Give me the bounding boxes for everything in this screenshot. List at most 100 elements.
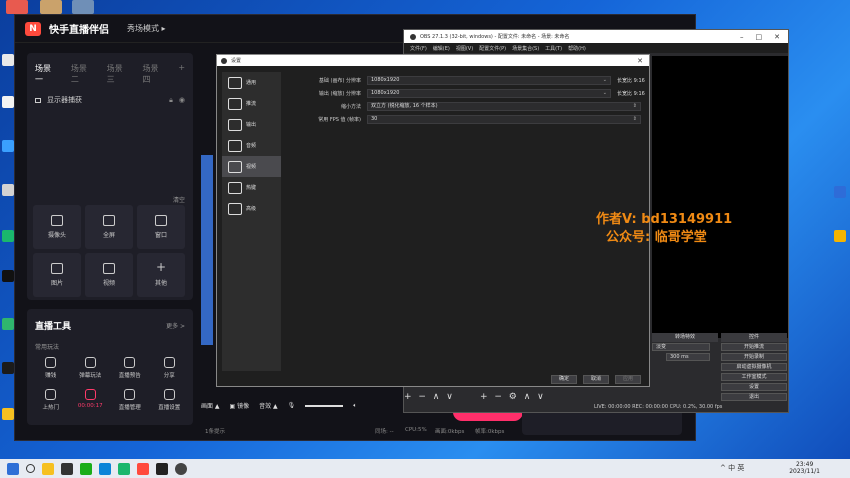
source-type-monitor[interactable]: 全屏 xyxy=(85,205,133,249)
audio-menu[interactable]: 音效 ▲ xyxy=(259,401,278,410)
maximize-icon[interactable]: □ xyxy=(756,33,763,41)
spinner-icon[interactable]: ⇕ xyxy=(633,103,637,110)
eye-icon[interactable]: ◉ xyxy=(179,96,185,104)
duration-field[interactable]: 300 ms xyxy=(666,353,710,361)
clock[interactable]: 23:49 2023/11/1 xyxy=(789,461,820,475)
desktop-icon[interactable] xyxy=(834,186,846,198)
settings-row-input[interactable]: 双立方 (锐化缩放, 16 个样本) ⇕ xyxy=(367,102,641,111)
tool-item[interactable]: 分享 xyxy=(150,357,190,379)
tool-item[interactable]: 弹幕玩法 xyxy=(71,357,111,379)
taskbar-thumbnail[interactable] xyxy=(6,0,28,14)
source-item[interactable]: 显示器捕获 🔒︎ ◉ xyxy=(27,89,193,111)
settings-nav-item[interactable]: 输出 xyxy=(222,114,281,135)
scene-tab[interactable]: 场景四 xyxy=(142,63,166,85)
source-type-plus[interactable]: + 其他 xyxy=(137,253,185,297)
settings-nav-item[interactable]: 音频 xyxy=(222,135,281,156)
settings-nav-item[interactable]: 热键 xyxy=(222,177,281,198)
settings-nav-item[interactable]: 通用 xyxy=(222,72,281,93)
close-icon[interactable]: ✕ xyxy=(774,33,780,41)
cancel-button[interactable]: 取消 xyxy=(583,375,609,384)
obs-control-button[interactable]: 启动虚拟摄像机 xyxy=(721,363,787,371)
file-explorer-icon[interactable] xyxy=(42,462,54,475)
app-icon[interactable] xyxy=(118,462,130,475)
edge-icon[interactable] xyxy=(99,462,111,475)
taskbar-thumbnail[interactable] xyxy=(72,0,94,14)
settings-row-input[interactable]: 1080x1920 ⌄ xyxy=(367,76,611,85)
settings-row-input[interactable]: 30 ⇕ xyxy=(367,115,641,124)
desktop-icon[interactable] xyxy=(2,184,14,196)
obs-menu-item[interactable]: 文件(F) xyxy=(410,45,427,52)
desktop-icon[interactable] xyxy=(2,140,14,152)
live-timer-tool[interactable]: 00:00:17 xyxy=(71,389,111,411)
scene-tab[interactable]: 场景三 xyxy=(107,63,131,85)
mode-selector[interactable]: 秀场模式 ▸ xyxy=(127,23,166,34)
desktop-icon[interactable] xyxy=(2,408,14,420)
capcut-icon[interactable] xyxy=(156,462,168,475)
lock-icon[interactable]: 🔒︎ xyxy=(169,96,173,105)
desktop-icon[interactable] xyxy=(834,230,846,242)
tool-item[interactable]: 直播设置 xyxy=(150,389,190,411)
obs-control-button[interactable]: 工作室模式 xyxy=(721,373,787,381)
obs-control-button[interactable]: 开始推流 xyxy=(721,343,787,351)
scene-tab[interactable]: 场景一 xyxy=(35,63,59,85)
source-type-image[interactable]: 图片 xyxy=(33,253,81,297)
obs-menu-item[interactable]: 帮助(H) xyxy=(568,45,586,52)
obs-menu-item[interactable]: 视图(V) xyxy=(456,45,473,52)
desktop-icon[interactable] xyxy=(2,230,14,242)
scene-tab[interactable]: 场景二 xyxy=(71,63,95,85)
ok-button[interactable]: 确定 xyxy=(551,375,577,384)
tool-item[interactable]: 上热门 xyxy=(31,389,71,411)
settings-nav-item[interactable]: 高级 xyxy=(222,198,281,219)
wechat-icon[interactable] xyxy=(80,462,92,475)
mirror-button[interactable]: ▣ 镜像 xyxy=(230,401,250,410)
settings-nav-item[interactable]: 推流 xyxy=(222,93,281,114)
source-type-video[interactable]: 视频 xyxy=(85,253,133,297)
windows-start-icon[interactable] xyxy=(7,462,19,475)
settings-row: 输出 (缩放) 分辨率 1080x1920 ⌄ 长宽比 9:16 xyxy=(287,89,645,99)
obs-menu-item[interactable]: 工具(T) xyxy=(545,45,562,52)
desktop-icon[interactable] xyxy=(2,96,14,108)
desktop-icon[interactable] xyxy=(2,362,14,374)
more-tools-link[interactable]: 更多 > xyxy=(166,321,185,330)
taskbar-thumbnail[interactable] xyxy=(40,0,62,14)
chevron-down-icon[interactable]: ⌄ xyxy=(603,77,607,84)
scene-add-remove-icon[interactable]: + − ∧ ∨ xyxy=(404,392,455,402)
mic-icon[interactable]: 🎙︎ xyxy=(288,402,296,409)
obs-control-button[interactable]: 开始录制 xyxy=(721,353,787,361)
system-tray[interactable]: ^ 中 英 xyxy=(720,463,744,473)
obs-menu-item[interactable]: 编辑(E) xyxy=(433,45,450,52)
aspect-ratio-label: 长宽比 9:16 xyxy=(617,91,645,97)
desktop-icon[interactable] xyxy=(2,54,14,66)
obs-icon[interactable] xyxy=(175,462,187,475)
obs-menu-item[interactable]: 场景集合(S) xyxy=(512,45,539,52)
screen-menu[interactable]: 画面 ▲ xyxy=(201,401,220,410)
obs-menu-item[interactable]: 配置文件(P) xyxy=(479,45,506,52)
app-icon[interactable] xyxy=(61,462,73,475)
desktop-icon[interactable] xyxy=(2,318,14,330)
source-toolbar-icon[interactable]: + − ⚙ ∧ ∨ xyxy=(480,392,546,402)
search-icon[interactable] xyxy=(26,464,35,473)
obs-control-button[interactable]: 设置 xyxy=(721,383,787,391)
source-type-window[interactable]: 窗口 xyxy=(137,205,185,249)
apply-button[interactable]: 应用 xyxy=(615,375,641,384)
tool-label: 直播设置 xyxy=(158,405,181,411)
kuaishou-icon[interactable] xyxy=(137,462,149,475)
settings-nav-item[interactable]: 视频 xyxy=(222,156,281,177)
transition-select[interactable]: 淡变 xyxy=(652,343,710,351)
clear-button[interactable]: 清空 xyxy=(173,195,185,204)
speaker-icon[interactable]: 🔈︎ xyxy=(353,402,357,410)
tool-item[interactable]: 直播预告 xyxy=(110,357,150,379)
tool-item[interactable]: 直播管理 xyxy=(110,389,150,411)
settings-row-input[interactable]: 1080x1920 ⌄ xyxy=(367,89,611,98)
chevron-down-icon[interactable]: ⌄ xyxy=(603,90,607,97)
source-type-camera[interactable]: 摄像头 xyxy=(33,205,81,249)
desktop-icon[interactable] xyxy=(2,270,14,282)
close-icon[interactable]: ✕ xyxy=(637,57,649,65)
hint-count[interactable]: 1条提示 xyxy=(205,427,225,435)
scene-tab[interactable]: + xyxy=(178,63,185,85)
spinner-icon[interactable]: ⇕ xyxy=(633,116,637,123)
minimize-icon[interactable]: – xyxy=(740,33,744,41)
mic-volume-slider[interactable] xyxy=(305,404,344,407)
tool-item[interactable]: 赚钱 xyxy=(31,357,71,379)
obs-control-button[interactable]: 退出 xyxy=(721,393,787,401)
